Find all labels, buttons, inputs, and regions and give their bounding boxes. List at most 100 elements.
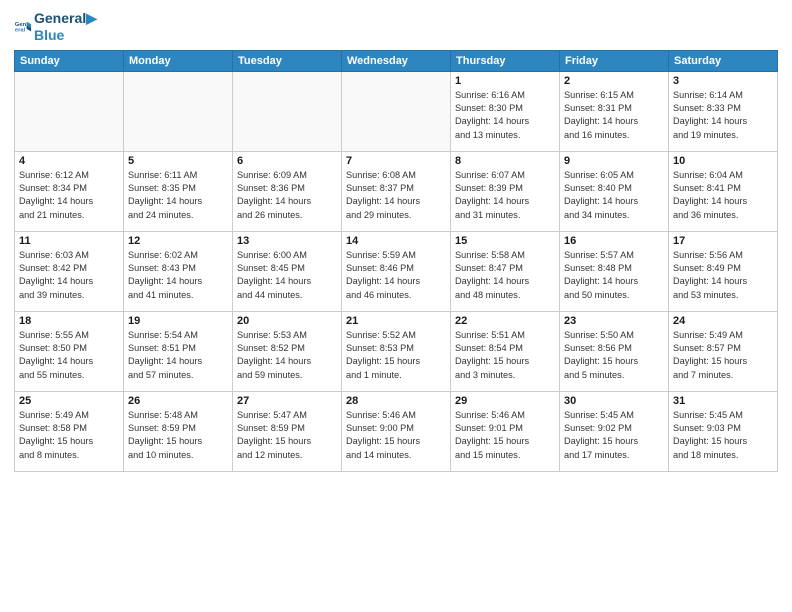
week-row-2: 4 Sunrise: 6:12 AM Sunset: 8:34 PM Daylig…	[15, 151, 778, 231]
day-number: 16	[564, 235, 664, 247]
calendar-cell: 2 Sunrise: 6:15 AM Sunset: 8:31 PM Daylig…	[560, 71, 669, 151]
logo-icon: Gen eral	[14, 18, 32, 36]
calendar-cell: 18Sunrise: 5:55 AM Sunset: 8:50 PM Dayli…	[15, 311, 124, 391]
day-number: 10	[673, 155, 773, 167]
calendar-cell: 8Sunrise: 6:07 AM Sunset: 8:39 PM Daylig…	[451, 151, 560, 231]
cell-content: Sunrise: 5:46 AM Sunset: 9:01 PM Dayligh…	[455, 409, 555, 462]
calendar-cell: 5 Sunrise: 6:11 AM Sunset: 8:35 PM Daylig…	[124, 151, 233, 231]
day-number: 22	[455, 315, 555, 327]
calendar-table: SundayMondayTuesdayWednesdayThursdayFrid…	[14, 50, 778, 472]
calendar-cell: 28 Sunrise: 5:46 AM Sunset: 9:00 PM Dayli…	[342, 391, 451, 471]
cell-content: Sunrise: 6:15 AM Sunset: 8:31 PM Dayligh…	[564, 89, 664, 142]
day-number: 28	[346, 395, 446, 407]
calendar-cell: 30 Sunrise: 5:45 AM Sunset: 9:02 PM Dayli…	[560, 391, 669, 471]
cell-content: Sunrise: 5:53 AM Sunset: 8:52 PM Dayligh…	[237, 329, 337, 382]
calendar-cell: 29 Sunrise: 5:46 AM Sunset: 9:01 PM Dayli…	[451, 391, 560, 471]
calendar-cell: 4 Sunrise: 6:12 AM Sunset: 8:34 PM Daylig…	[15, 151, 124, 231]
calendar-cell	[233, 71, 342, 151]
cell-content: Sunrise: 5:56 AM Sunset: 8:49 PM Dayligh…	[673, 249, 773, 302]
calendar-cell: 12 Sunrise: 6:02 AM Sunset: 8:43 PM Dayli…	[124, 231, 233, 311]
day-number: 31	[673, 395, 773, 407]
cell-content: Sunrise: 6:09 AM Sunset: 8:36 PM Dayligh…	[237, 169, 337, 222]
cell-content: Sunrise: 5:47 AM Sunset: 8:59 PM Dayligh…	[237, 409, 337, 462]
calendar-cell: 22 Sunrise: 5:51 AM Sunset: 8:54 PM Dayli…	[451, 311, 560, 391]
calendar-cell	[342, 71, 451, 151]
calendar-cell: 19Sunrise: 5:54 AM Sunset: 8:51 PM Dayli…	[124, 311, 233, 391]
day-number: 20	[237, 315, 337, 327]
day-number: 14	[346, 235, 446, 247]
calendar-cell: 10 Sunrise: 6:04 AM Sunset: 8:41 PM Dayli…	[669, 151, 778, 231]
day-number: 12	[128, 235, 228, 247]
col-header-sunday: Sunday	[15, 50, 124, 71]
day-number: 27	[237, 395, 337, 407]
col-header-thursday: Thursday	[451, 50, 560, 71]
cell-content: Sunrise: 5:50 AM Sunset: 8:56 PM Dayligh…	[564, 329, 664, 382]
cell-content: Sunrise: 6:14 AM Sunset: 8:33 PM Dayligh…	[673, 89, 773, 142]
calendar-cell: 14 Sunrise: 5:59 AM Sunset: 8:46 PM Dayli…	[342, 231, 451, 311]
cell-content: Sunrise: 5:46 AM Sunset: 9:00 PM Dayligh…	[346, 409, 446, 462]
cell-content: Sunrise: 5:55 AM Sunset: 8:50 PM Dayligh…	[19, 329, 119, 382]
day-number: 15	[455, 235, 555, 247]
cell-content: Sunrise: 5:59 AM Sunset: 8:46 PM Dayligh…	[346, 249, 446, 302]
day-number: 8	[455, 155, 555, 167]
day-number: 2	[564, 75, 664, 87]
calendar-cell: 7Sunrise: 6:08 AM Sunset: 8:37 PM Daylig…	[342, 151, 451, 231]
week-row-5: 25 Sunrise: 5:49 AM Sunset: 8:58 PM Dayli…	[15, 391, 778, 471]
col-header-saturday: Saturday	[669, 50, 778, 71]
calendar-cell: 11Sunrise: 6:03 AM Sunset: 8:42 PM Dayli…	[15, 231, 124, 311]
calendar-cell: 15Sunrise: 5:58 AM Sunset: 8:47 PM Dayli…	[451, 231, 560, 311]
day-number: 23	[564, 315, 664, 327]
col-header-friday: Friday	[560, 50, 669, 71]
calendar-cell: 1 Sunrise: 6:16 AM Sunset: 8:30 PM Daylig…	[451, 71, 560, 151]
day-number: 9	[564, 155, 664, 167]
day-number: 13	[237, 235, 337, 247]
calendar-cell: 20 Sunrise: 5:53 AM Sunset: 8:52 PM Dayli…	[233, 311, 342, 391]
day-number: 29	[455, 395, 555, 407]
cell-content: Sunrise: 5:49 AM Sunset: 8:58 PM Dayligh…	[19, 409, 119, 462]
cell-content: Sunrise: 6:12 AM Sunset: 8:34 PM Dayligh…	[19, 169, 119, 222]
page: Gen eral General▶ Blue SundayMondayTuesd…	[0, 0, 792, 612]
cell-content: Sunrise: 6:00 AM Sunset: 8:45 PM Dayligh…	[237, 249, 337, 302]
cell-content: Sunrise: 5:52 AM Sunset: 8:53 PM Dayligh…	[346, 329, 446, 382]
svg-text:eral: eral	[15, 27, 26, 33]
week-row-1: 1 Sunrise: 6:16 AM Sunset: 8:30 PM Daylig…	[15, 71, 778, 151]
day-number: 1	[455, 75, 555, 87]
col-header-tuesday: Tuesday	[233, 50, 342, 71]
day-number: 17	[673, 235, 773, 247]
calendar-cell: 21 Sunrise: 5:52 AM Sunset: 8:53 PM Dayli…	[342, 311, 451, 391]
cell-content: Sunrise: 5:45 AM Sunset: 9:02 PM Dayligh…	[564, 409, 664, 462]
cell-content: Sunrise: 6:02 AM Sunset: 8:43 PM Dayligh…	[128, 249, 228, 302]
header-row: SundayMondayTuesdayWednesdayThursdayFrid…	[15, 50, 778, 71]
col-header-monday: Monday	[124, 50, 233, 71]
day-number: 5	[128, 155, 228, 167]
calendar-cell: 23 Sunrise: 5:50 AM Sunset: 8:56 PM Dayli…	[560, 311, 669, 391]
cell-content: Sunrise: 5:48 AM Sunset: 8:59 PM Dayligh…	[128, 409, 228, 462]
calendar-cell: 6 Sunrise: 6:09 AM Sunset: 8:36 PM Daylig…	[233, 151, 342, 231]
logo-text: General▶ Blue	[34, 10, 97, 44]
day-number: 6	[237, 155, 337, 167]
week-row-3: 11Sunrise: 6:03 AM Sunset: 8:42 PM Dayli…	[15, 231, 778, 311]
cell-content: Sunrise: 5:54 AM Sunset: 8:51 PM Dayligh…	[128, 329, 228, 382]
cell-content: Sunrise: 6:03 AM Sunset: 8:42 PM Dayligh…	[19, 249, 119, 302]
calendar-cell	[124, 71, 233, 151]
day-number: 4	[19, 155, 119, 167]
calendar-cell: 24Sunrise: 5:49 AM Sunset: 8:57 PM Dayli…	[669, 311, 778, 391]
cell-content: Sunrise: 6:11 AM Sunset: 8:35 PM Dayligh…	[128, 169, 228, 222]
calendar-cell: 16 Sunrise: 5:57 AM Sunset: 8:48 PM Dayli…	[560, 231, 669, 311]
day-number: 7	[346, 155, 446, 167]
day-number: 21	[346, 315, 446, 327]
calendar-cell: 27 Sunrise: 5:47 AM Sunset: 8:59 PM Dayli…	[233, 391, 342, 471]
calendar-cell: 26 Sunrise: 5:48 AM Sunset: 8:59 PM Dayli…	[124, 391, 233, 471]
calendar-cell: 31Sunrise: 5:45 AM Sunset: 9:03 PM Dayli…	[669, 391, 778, 471]
cell-content: Sunrise: 6:16 AM Sunset: 8:30 PM Dayligh…	[455, 89, 555, 142]
day-number: 25	[19, 395, 119, 407]
calendar-cell: 3Sunrise: 6:14 AM Sunset: 8:33 PM Daylig…	[669, 71, 778, 151]
cell-content: Sunrise: 6:04 AM Sunset: 8:41 PM Dayligh…	[673, 169, 773, 222]
day-number: 26	[128, 395, 228, 407]
logo: Gen eral General▶ Blue	[14, 10, 97, 44]
day-number: 30	[564, 395, 664, 407]
cell-content: Sunrise: 5:51 AM Sunset: 8:54 PM Dayligh…	[455, 329, 555, 382]
header: Gen eral General▶ Blue	[14, 10, 778, 44]
calendar-cell: 13 Sunrise: 6:00 AM Sunset: 8:45 PM Dayli…	[233, 231, 342, 311]
cell-content: Sunrise: 5:57 AM Sunset: 8:48 PM Dayligh…	[564, 249, 664, 302]
